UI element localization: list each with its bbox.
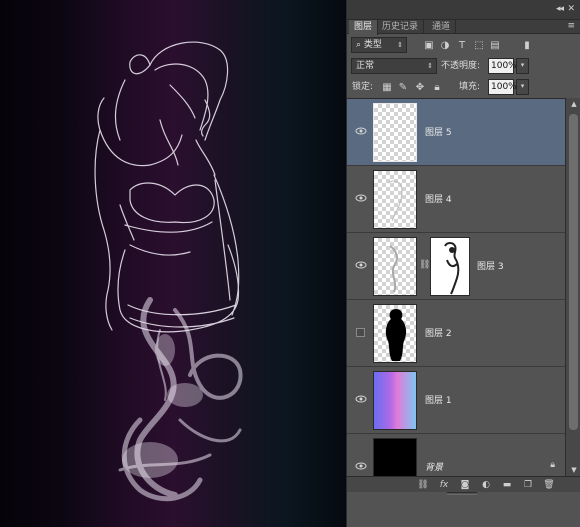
- layer-row-5[interactable]: 图层 5: [347, 99, 565, 166]
- layers-bottom-toolbar: ⛓ fx ◙ ◐ ▬ ❐ 🗑︎: [347, 476, 580, 492]
- mask-silhouette: [444, 242, 460, 295]
- dropdown-arrow-icon: ⇕: [427, 62, 433, 70]
- fill-label: 填充:: [459, 82, 481, 92]
- layer-thumbnail: [373, 170, 417, 229]
- new-layer-icon[interactable]: ❐: [522, 479, 534, 491]
- layer-name: 图层 1: [425, 396, 452, 406]
- layer-thumbnail: [373, 438, 417, 476]
- blend-mode-dropdown[interactable]: 正常 ⇕: [351, 58, 437, 74]
- adjustment-layer-icon[interactable]: ◐: [480, 479, 492, 491]
- lock-icon: 🔒︎: [550, 460, 555, 470]
- lock-all-icon[interactable]: 🔒︎: [431, 81, 443, 93]
- layer-name: 图层 5: [425, 128, 452, 138]
- figure-artwork: [94, 41, 243, 502]
- type-filter-icon[interactable]: T: [456, 39, 468, 51]
- double-chevron-icon[interactable]: ◂◂: [556, 4, 564, 14]
- smart-object-filter-icon[interactable]: ▤: [489, 39, 501, 51]
- search-icon: ⌕: [356, 40, 364, 50]
- lock-label: 锁定:: [352, 82, 374, 92]
- scrollbar-thumb[interactable]: [569, 114, 578, 430]
- layer-mask-thumbnail[interactable]: [430, 237, 470, 296]
- adjustment-filter-icon[interactable]: ◑: [439, 39, 451, 51]
- layer-row-4[interactable]: 图层 4: [347, 166, 565, 233]
- layer-name: 图层 2: [425, 329, 452, 339]
- lock-image-pixels-icon[interactable]: ✎: [397, 81, 409, 93]
- link-layers-icon[interactable]: ⛓: [417, 479, 429, 491]
- lock-position-icon[interactable]: ✥: [414, 81, 426, 93]
- eye-icon[interactable]: [355, 259, 367, 271]
- link-chain-icon[interactable]: ⛓: [419, 260, 430, 270]
- lock-transparent-pixels-icon[interactable]: ▦: [381, 81, 393, 93]
- add-mask-icon[interactable]: ◙: [459, 479, 471, 491]
- layers-list: 图层 5 图层 4 ⛓ 图层 3 图层 2 图层 1 背景 🔒︎: [347, 98, 565, 476]
- layer-thumbnail: [373, 237, 417, 296]
- tab-layers[interactable]: 图层: [349, 20, 379, 35]
- layer-content-preview: [385, 309, 407, 361]
- opacity-label: 不透明度:: [441, 61, 481, 71]
- image-filter-icon[interactable]: ▣: [423, 39, 435, 51]
- opacity-input[interactable]: 100%: [488, 58, 517, 74]
- new-group-icon[interactable]: ▬: [501, 479, 513, 491]
- blend-mode-value: 正常: [356, 61, 375, 71]
- layer-content-preview: [389, 245, 398, 293]
- layers-panel: ◂◂ ✕ 图层 历史记录 通道 ≡ ⌕ 类型 ⇕ ▣ ◑ T ⬚ ▤ ▮ 正常 …: [346, 0, 580, 527]
- filter-toggle-icon[interactable]: ▮: [521, 39, 533, 51]
- grip-handle[interactable]: [447, 492, 477, 495]
- layer-content-preview: [387, 180, 403, 222]
- scroll-down-icon[interactable]: ▼: [566, 464, 580, 476]
- blend-row: 正常 ⇕ 不透明度: 100% ▾: [347, 58, 580, 76]
- panel-resize-grip[interactable]: [347, 492, 580, 527]
- panel-collapse-bar: ◂◂ ✕: [347, 0, 580, 20]
- layer-row-1[interactable]: 图层 1: [347, 367, 565, 434]
- layer-name: 背景: [425, 463, 444, 473]
- lock-row: 锁定: ▦ ✎ ✥ 🔒︎ 填充: 100% ▾: [347, 79, 580, 97]
- kind-filter-dropdown[interactable]: ⌕ 类型 ⇕: [351, 37, 407, 53]
- document-canvas[interactable]: [0, 0, 346, 527]
- dropdown-arrow-icon: ⇕: [397, 41, 403, 49]
- filter-row: ⌕ 类型 ⇕ ▣ ◑ T ⬚ ▤ ▮: [347, 37, 580, 55]
- layer-row-background[interactable]: 背景 🔒︎: [347, 434, 565, 476]
- opacity-dropdown-arrow-icon[interactable]: ▾: [516, 58, 529, 74]
- tab-channels[interactable]: 通道: [427, 20, 457, 34]
- close-panel-icon[interactable]: ✕: [567, 4, 575, 14]
- eye-icon[interactable]: [355, 393, 367, 405]
- layer-thumbnail: [373, 103, 417, 162]
- eye-icon[interactable]: [355, 192, 367, 204]
- shape-filter-icon[interactable]: ⬚: [473, 39, 485, 51]
- panel-menu-icon[interactable]: ≡: [567, 21, 575, 31]
- layer-row-3[interactable]: ⛓ 图层 3: [347, 233, 565, 300]
- eye-icon[interactable]: [355, 125, 367, 137]
- fill-dropdown-arrow-icon[interactable]: ▾: [516, 79, 529, 95]
- fill-input[interactable]: 100%: [488, 79, 517, 95]
- layer-thumbnail: [373, 304, 417, 363]
- layers-scrollbar[interactable]: ▲ ▼: [565, 98, 580, 476]
- layer-name: 图层 4: [425, 195, 452, 205]
- layer-name: 图层 3: [477, 262, 504, 272]
- trash-icon[interactable]: 🗑︎: [543, 479, 555, 491]
- layer-row-2[interactable]: 图层 2: [347, 300, 565, 367]
- visibility-toggle-empty[interactable]: [356, 328, 365, 337]
- layer-thumbnail: [373, 371, 417, 430]
- scroll-up-icon[interactable]: ▲: [566, 98, 580, 110]
- tab-history[interactable]: 历史记录: [377, 20, 425, 34]
- panel-tabs: 图层 历史记录 通道 ≡: [347, 20, 580, 35]
- fx-icon[interactable]: fx: [438, 479, 450, 491]
- kind-filter-label: 类型: [363, 40, 382, 50]
- eye-icon[interactable]: [355, 460, 367, 472]
